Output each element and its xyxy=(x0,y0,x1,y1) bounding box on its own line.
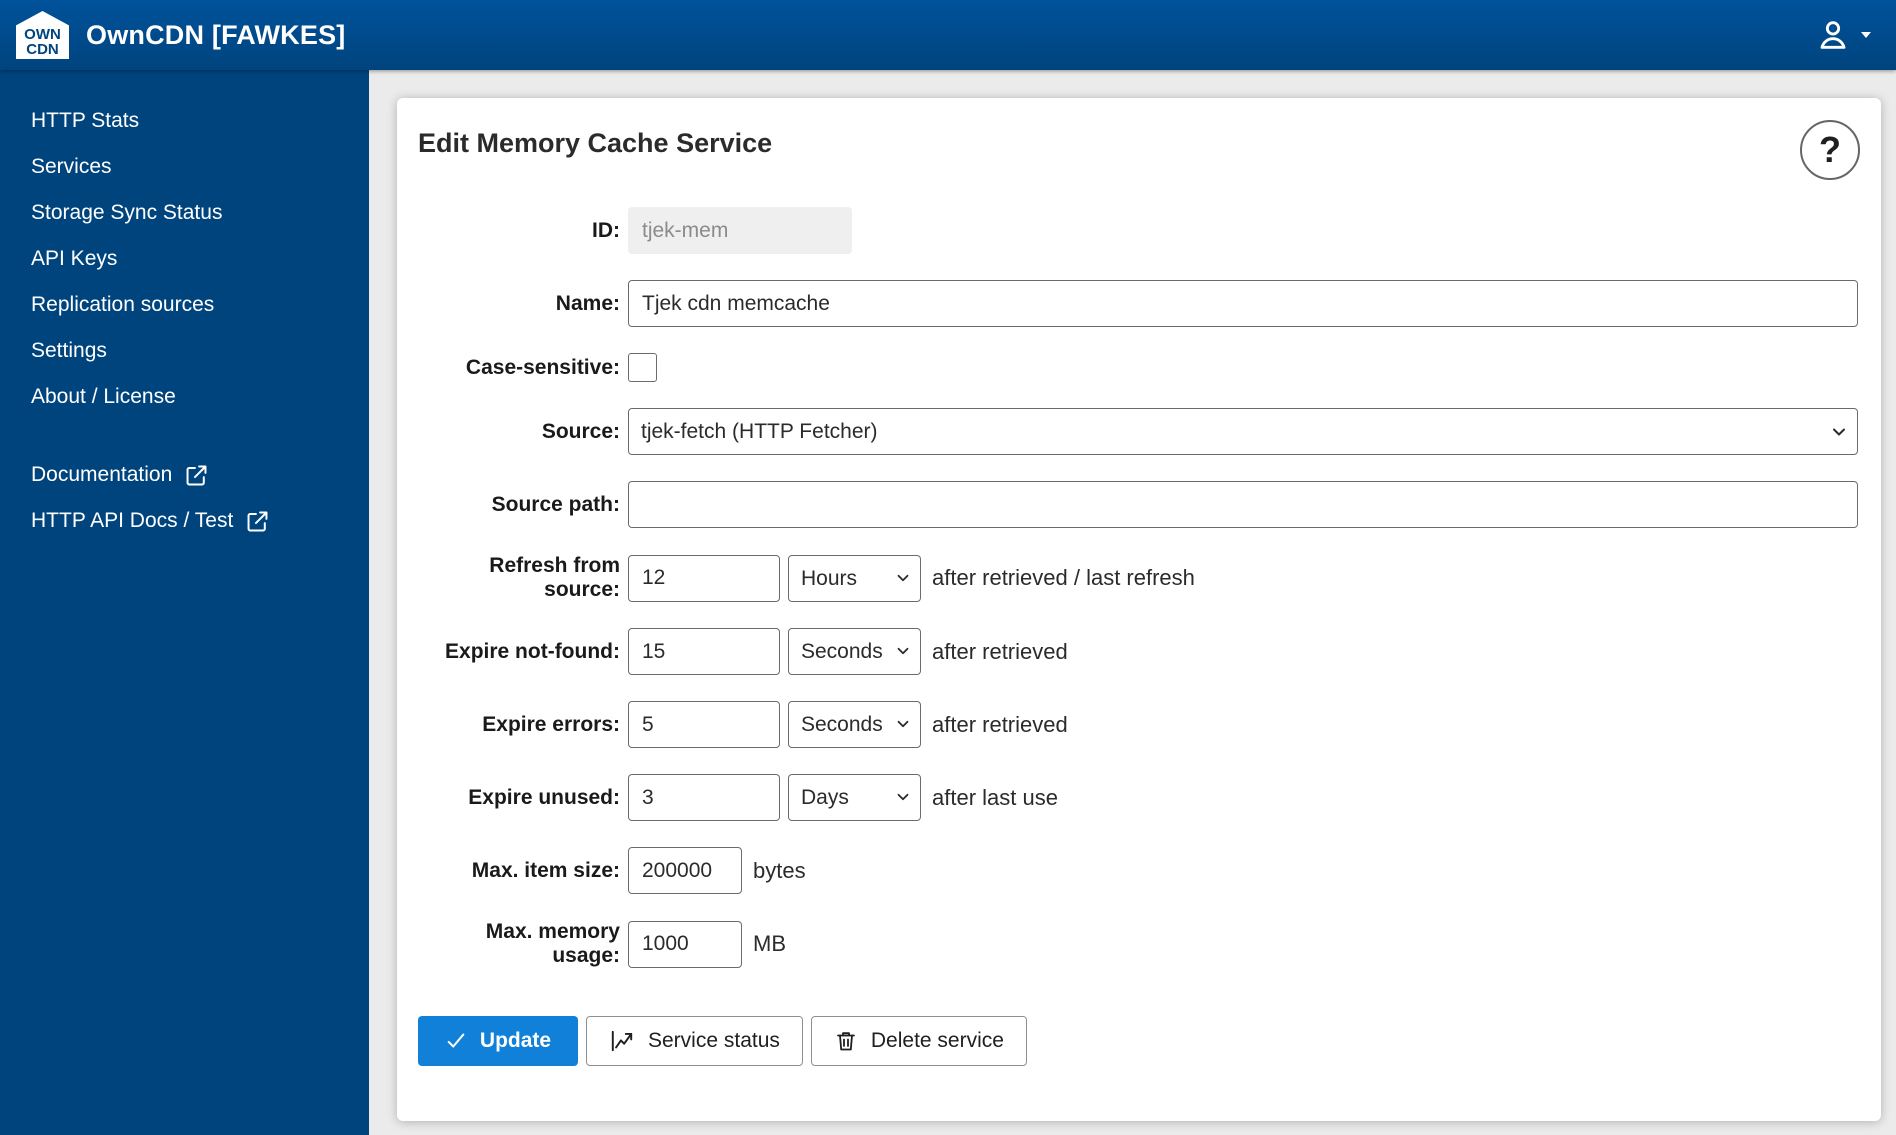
expire-unused-label: Expire unused: xyxy=(468,785,620,809)
refresh-value-field[interactable] xyxy=(628,554,780,602)
expire-errors-label: Expire errors: xyxy=(482,712,620,736)
source-path-label: Source path: xyxy=(491,492,620,516)
source-path-field[interactable] xyxy=(628,481,1858,528)
max-item-size-field[interactable] xyxy=(628,847,742,894)
id-label: ID: xyxy=(592,218,620,242)
id-row: ID: xyxy=(418,207,1858,254)
expire-errors-suffix-text: after retrieved xyxy=(932,711,1068,737)
name-field[interactable] xyxy=(628,280,1858,327)
max-memory-field[interactable] xyxy=(628,920,742,968)
expire-unused-value-field[interactable] xyxy=(628,774,780,821)
max-memory-row: Max. memory usage: MB xyxy=(418,920,1858,968)
main-content: Edit Memory Cache Service ? ID: Name: Ca… xyxy=(369,70,1896,1135)
sidebar-link-label: HTTP API Docs / Test xyxy=(31,509,234,532)
trash-icon xyxy=(834,1029,858,1053)
case-sensitive-checkbox[interactable] xyxy=(628,353,657,382)
sidebar-item-http-stats[interactable]: HTTP Stats xyxy=(0,98,369,144)
name-row: Name: xyxy=(418,280,1858,327)
expire-errors-unit-select[interactable]: Seconds xyxy=(788,701,921,748)
external-link-icon xyxy=(184,463,209,488)
logo-line1: OWN xyxy=(24,26,61,43)
max-item-size-row: Max. item size: bytes xyxy=(418,847,1858,894)
expire-unused-row: Expire unused: Days after last use xyxy=(418,774,1858,821)
expire-not-found-suffix-text: after retrieved xyxy=(932,638,1068,664)
expire-unused-unit-select[interactable]: Days xyxy=(788,774,921,821)
sidebar-link-label: Documentation xyxy=(31,463,173,486)
case-sensitive-label: Case-sensitive: xyxy=(465,355,620,379)
user-menu[interactable] xyxy=(1813,15,1874,55)
sidebar-item-replication-sources[interactable]: Replication sources xyxy=(0,282,369,328)
name-label: Name: xyxy=(555,291,620,315)
expire-not-found-unit-select[interactable]: Seconds xyxy=(788,628,921,675)
refresh-unit-select[interactable]: Hours xyxy=(788,554,921,602)
sidebar-item-label: Replication sources xyxy=(31,293,215,316)
max-item-size-label: Max. item size: xyxy=(471,858,620,882)
sidebar-item-label: API Keys xyxy=(31,247,118,270)
update-button-label: Update xyxy=(479,1029,552,1052)
sidebar-item-label: Services xyxy=(31,155,112,178)
update-button[interactable]: Update xyxy=(418,1016,578,1066)
case-sensitive-row: Case-sensitive: xyxy=(418,353,1858,382)
sidebar-link-http-api-docs[interactable]: HTTP API Docs / Test xyxy=(0,498,369,544)
sidebar-item-storage-sync-status[interactable]: Storage Sync Status xyxy=(0,190,369,236)
app-header: OWN CDN OwnCDN [FAWKES] xyxy=(0,0,1896,70)
source-select[interactable]: tjek-fetch (HTTP Fetcher) xyxy=(628,408,1858,455)
sidebar-item-label: About / License xyxy=(31,385,176,408)
sidebar-item-about-license[interactable]: About / License xyxy=(0,374,369,420)
max-memory-label: Max. memory usage: xyxy=(485,920,620,967)
sidebar-item-label: Storage Sync Status xyxy=(31,201,223,224)
edit-service-card: Edit Memory Cache Service ? ID: Name: Ca… xyxy=(397,98,1881,1121)
expire-errors-value-field[interactable] xyxy=(628,701,780,748)
service-status-button-label: Service status xyxy=(648,1029,780,1052)
max-item-size-suffix-text: bytes xyxy=(753,857,806,883)
expire-not-found-label: Expire not-found: xyxy=(445,639,620,663)
service-status-button[interactable]: Service status xyxy=(586,1016,803,1066)
id-field xyxy=(628,207,852,254)
sidebar-item-api-keys[interactable]: API Keys xyxy=(0,236,369,282)
expire-errors-row: Expire errors: Seconds after retrieved xyxy=(418,701,1858,748)
action-buttons: Update Service status Delete service xyxy=(418,1016,1858,1066)
refresh-row: Refresh from source: Hours after retriev… xyxy=(418,554,1858,602)
check-icon xyxy=(445,1030,467,1052)
sidebar-link-documentation[interactable]: Documentation xyxy=(0,452,369,498)
delete-service-button-label: Delete service xyxy=(870,1029,1004,1052)
expire-unused-suffix-text: after last use xyxy=(932,784,1058,810)
sidebar-item-label: HTTP Stats xyxy=(31,109,140,132)
app-title: OwnCDN [FAWKES] xyxy=(86,19,346,50)
user-menu-caret-icon xyxy=(1858,27,1874,43)
sidebar-item-label: Settings xyxy=(31,339,107,362)
owncdn-logo-icon: OWN CDN xyxy=(16,11,69,59)
brand-home-link[interactable]: OWN CDN OwnCDN [FAWKES] xyxy=(16,11,346,59)
sidebar-nav: HTTP Stats Services Storage Sync Status … xyxy=(0,70,369,1135)
delete-service-button[interactable]: Delete service xyxy=(810,1016,1027,1066)
help-button[interactable]: ? xyxy=(1800,120,1860,180)
max-memory-suffix-text: MB xyxy=(753,931,786,956)
expire-not-found-row: Expire not-found: Seconds after retrieve… xyxy=(418,628,1858,675)
sidebar-item-services[interactable]: Services xyxy=(0,144,369,190)
user-icon xyxy=(1813,15,1853,55)
sidebar-item-settings[interactable]: Settings xyxy=(0,328,369,374)
line-chart-icon xyxy=(609,1028,635,1054)
external-link-icon xyxy=(245,509,270,534)
refresh-label: Refresh from source: xyxy=(489,554,620,601)
source-row: Source: tjek-fetch (HTTP Fetcher) xyxy=(418,408,1858,455)
source-path-row: Source path: xyxy=(418,481,1858,528)
refresh-suffix-text: after retrieved / last refresh xyxy=(932,565,1195,590)
page-title: Edit Memory Cache Service xyxy=(418,128,773,158)
logo-line2: CDN xyxy=(26,41,59,58)
expire-not-found-value-field[interactable] xyxy=(628,628,780,675)
source-label: Source: xyxy=(541,419,620,443)
